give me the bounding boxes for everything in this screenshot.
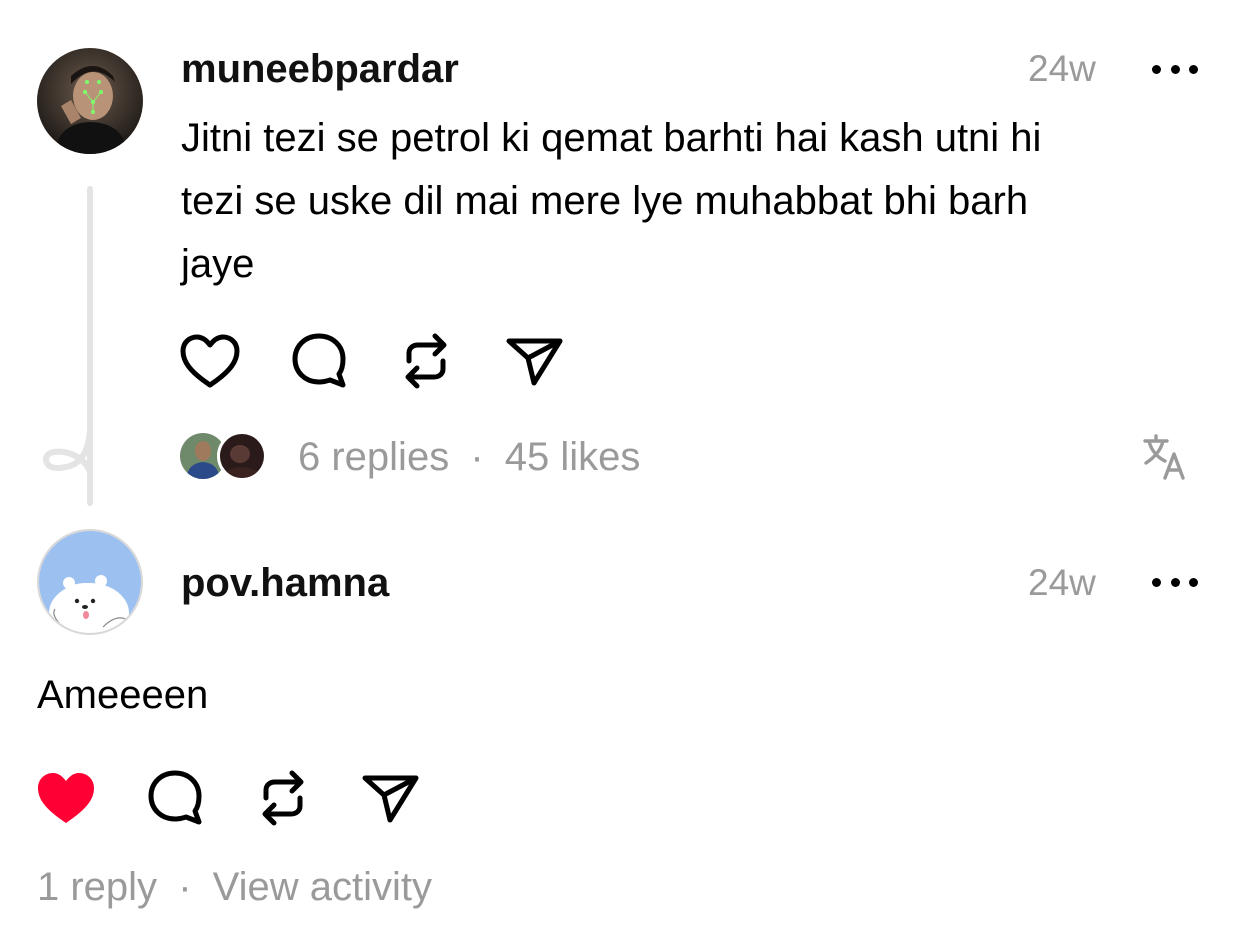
post-share-button[interactable] xyxy=(502,329,566,393)
share-icon xyxy=(362,775,419,823)
heart-icon xyxy=(180,334,240,388)
post-replies-link[interactable]: 6 replies xyxy=(298,435,449,479)
post-text: Jitni tezi se petrol ki qemat barhti hai… xyxy=(181,107,1211,296)
thread-loop xyxy=(42,427,93,475)
replier-avatar xyxy=(217,431,267,481)
reply-share-button[interactable] xyxy=(358,766,422,830)
post-like-button[interactable] xyxy=(178,329,242,393)
reply-meta: 1 reply · View activity xyxy=(37,863,432,911)
post-likes-link[interactable]: 45 likes xyxy=(505,435,641,479)
post-meta: 6 replies · 45 likes xyxy=(298,433,640,481)
more-dot xyxy=(1152,64,1161,74)
more-dot xyxy=(1189,64,1198,74)
repost-icon xyxy=(405,333,447,389)
post-text-line: Jitni tezi se petrol ki qemat barhti hai… xyxy=(181,116,1042,160)
post-username[interactable]: muneebpardar xyxy=(181,45,459,93)
comment-icon xyxy=(292,333,346,388)
avatar-pov-hamna[interactable] xyxy=(37,529,143,635)
reply-like-button[interactable] xyxy=(34,766,98,830)
repost-icon xyxy=(262,770,304,826)
post-comment-button[interactable] xyxy=(287,329,351,393)
post-text-line: tezi se uske dil mai mere lye muhabbat b… xyxy=(181,179,1029,223)
reply-timestamp: 24w xyxy=(1028,562,1096,603)
post-more-button[interactable] xyxy=(1152,59,1198,79)
translate-icon xyxy=(1143,434,1185,480)
reply-repost-button[interactable] xyxy=(251,766,315,830)
comment-icon xyxy=(148,770,202,825)
more-dot xyxy=(1152,577,1161,587)
post-repost-button[interactable] xyxy=(394,329,458,393)
reply-replies-link[interactable]: 1 reply xyxy=(37,865,157,909)
avatar-muneebpardar[interactable] xyxy=(37,48,143,154)
view-activity-link[interactable]: View activity xyxy=(213,865,432,909)
post-text-line: jaye xyxy=(181,242,255,286)
post-timestamp: 24w xyxy=(1028,48,1096,89)
meta-separator: · xyxy=(178,865,192,909)
translate-button[interactable] xyxy=(1134,425,1198,489)
reply-text: Ameeeen xyxy=(37,673,209,717)
reply-more-button[interactable] xyxy=(1152,572,1198,592)
meta-separator: · xyxy=(470,435,484,479)
more-dot xyxy=(1170,577,1180,587)
more-dot xyxy=(1189,577,1198,587)
share-icon xyxy=(506,338,563,386)
reply-comment-button[interactable] xyxy=(143,766,207,830)
heart-filled-icon xyxy=(38,773,94,823)
more-dot xyxy=(1170,64,1180,74)
reply-username[interactable]: pov.hamna xyxy=(181,559,389,607)
